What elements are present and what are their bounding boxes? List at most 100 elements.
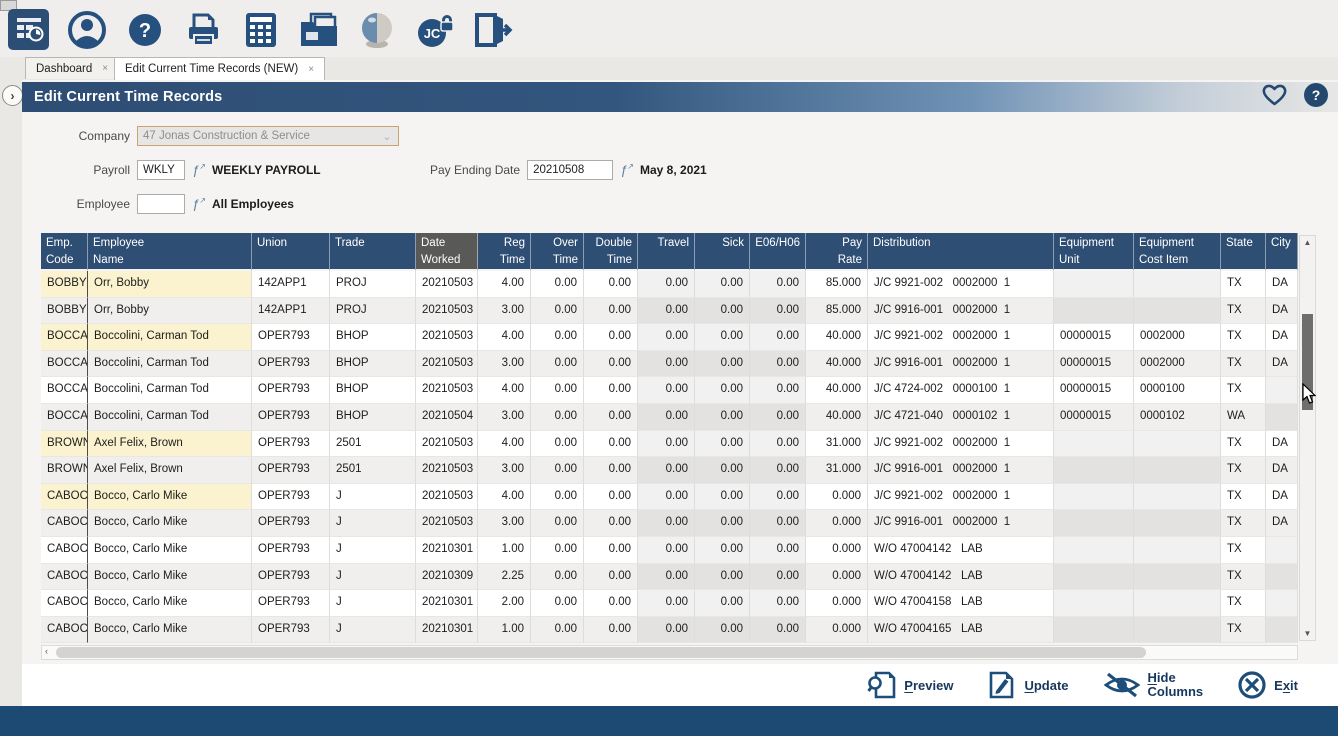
documents-icon[interactable] (298, 9, 339, 50)
grid-cell-over-time[interactable]: 0.00 (531, 537, 584, 564)
grid-cell-pay-rate[interactable]: 0.000 (806, 484, 868, 511)
grid-cell-city[interactable]: DA (1266, 510, 1298, 537)
column-header-employee-name[interactable]: Employee Name (88, 233, 252, 271)
grid-cell-equipment-cost-item[interactable]: 0000100 (1134, 377, 1221, 404)
grid-cell-sick[interactable]: 0.00 (695, 351, 750, 378)
grid-cell-reg-time[interactable]: 4.00 (478, 431, 531, 458)
grid-cell-distribution[interactable]: J/C 4721-040 0000102 1 (868, 404, 1054, 431)
scroll-left-icon[interactable]: ‹ (45, 646, 48, 656)
table-row[interactable]: CABOCBocco, Carlo MikeOPER793J202103092.… (41, 564, 1298, 591)
grid-cell-employee-name[interactable]: Boccolini, Carman Tod (88, 377, 252, 404)
grid-cell-employee-name[interactable]: Bocco, Carlo Mike (88, 484, 252, 511)
grid-cell-sick[interactable]: 0.00 (695, 590, 750, 617)
grid-cell-pay-rate[interactable]: 0.000 (806, 564, 868, 591)
grid-cell-city[interactable]: DA (1266, 271, 1298, 298)
grid-cell-pay-rate[interactable]: 40.000 (806, 377, 868, 404)
grid-cell-equipment-cost-item[interactable] (1134, 617, 1221, 644)
grid-cell-emp-code[interactable]: CABOC (41, 510, 88, 537)
grid-cell-equipment-unit[interactable] (1054, 537, 1134, 564)
column-header-city[interactable]: City (1266, 233, 1298, 271)
grid-cell-e06-h06[interactable]: 0.00 (750, 404, 806, 431)
grid-cell-sick[interactable]: 0.00 (695, 510, 750, 537)
grid-cell-date-worked[interactable]: 20210503 (416, 351, 478, 378)
grid-cell-equipment-unit[interactable] (1054, 484, 1134, 511)
grid-cell-reg-time[interactable]: 3.00 (478, 510, 531, 537)
grid-cell-reg-time[interactable]: 2.00 (478, 590, 531, 617)
grid-cell-date-worked[interactable]: 20210503 (416, 457, 478, 484)
grid-cell-sick[interactable]: 0.00 (695, 617, 750, 644)
table-row[interactable]: BROWNAxel Felix, BrownOPER79325012021050… (41, 457, 1298, 484)
scroll-down-icon[interactable]: ▼ (1300, 629, 1315, 638)
grid-cell-equipment-cost-item[interactable]: 0002000 (1134, 351, 1221, 378)
grid-cell-equipment-cost-item[interactable] (1134, 431, 1221, 458)
grid-cell-e06-h06[interactable]: 0.00 (750, 351, 806, 378)
grid-cell-over-time[interactable]: 0.00 (531, 510, 584, 537)
update-button[interactable]: Update (987, 670, 1068, 700)
grid-cell-equipment-cost-item[interactable]: 0002000 (1134, 324, 1221, 351)
column-header-over-time[interactable]: Over Time (531, 233, 584, 271)
grid-cell-double-time[interactable]: 0.00 (584, 351, 638, 378)
grid-cell-trade[interactable]: PROJ (330, 271, 416, 298)
grid-cell-travel[interactable]: 0.00 (638, 537, 695, 564)
grid-cell-union[interactable]: OPER793 (252, 351, 330, 378)
grid-cell-date-worked[interactable]: 20210301 (416, 617, 478, 644)
favorite-heart-icon[interactable] (1261, 83, 1288, 107)
column-header-distribution[interactable]: Distribution (868, 233, 1054, 271)
grid-cell-state[interactable]: TX (1221, 324, 1266, 351)
grid-cell-city[interactable]: DA (1266, 484, 1298, 511)
grid-cell-equipment-unit[interactable] (1054, 298, 1134, 325)
grid-cell-emp-code[interactable]: BOBBY (41, 298, 88, 325)
grid-cell-double-time[interactable]: 0.00 (584, 457, 638, 484)
grid-cell-date-worked[interactable]: 20210503 (416, 431, 478, 458)
grid-cell-union[interactable]: 142APP1 (252, 271, 330, 298)
grid-cell-equipment-unit[interactable] (1054, 457, 1134, 484)
horizontal-scrollbar[interactable]: ‹ (41, 645, 1298, 660)
grid-cell-over-time[interactable]: 0.00 (531, 484, 584, 511)
grid-cell-sick[interactable]: 0.00 (695, 377, 750, 404)
grid-cell-pay-rate[interactable]: 31.000 (806, 431, 868, 458)
column-header-reg-time[interactable]: Reg Time (478, 233, 531, 271)
grid-cell-trade[interactable]: J (330, 564, 416, 591)
grid-cell-equipment-cost-item[interactable] (1134, 271, 1221, 298)
grid-cell-pay-rate[interactable]: 0.000 (806, 617, 868, 644)
grid-cell-reg-time[interactable]: 4.00 (478, 484, 531, 511)
grid-cell-equipment-cost-item[interactable] (1134, 564, 1221, 591)
logout-icon[interactable] (472, 9, 513, 50)
help-icon[interactable]: ? (124, 9, 165, 50)
grid-cell-e06-h06[interactable]: 0.00 (750, 324, 806, 351)
grid-cell-emp-code[interactable]: BOCCA (41, 324, 88, 351)
grid-cell-distribution[interactable]: J/C 9916-001 0002000 1 (868, 510, 1054, 537)
grid-cell-equipment-unit[interactable] (1054, 431, 1134, 458)
grid-cell-e06-h06[interactable]: 0.00 (750, 617, 806, 644)
grid-cell-over-time[interactable]: 0.00 (531, 564, 584, 591)
grid-cell-e06-h06[interactable]: 0.00 (750, 510, 806, 537)
grid-cell-date-worked[interactable]: 20210503 (416, 377, 478, 404)
grid-cell-distribution[interactable]: W/O 47004142 LAB (868, 537, 1054, 564)
grid-cell-sick[interactable]: 0.00 (695, 404, 750, 431)
grid-cell-employee-name[interactable]: Axel Felix, Brown (88, 431, 252, 458)
table-row[interactable]: BOCCABoccolini, Carman TodOPER793BHOP202… (41, 404, 1298, 431)
table-row[interactable]: CABOCBocco, Carlo MikeOPER793J202105033.… (41, 510, 1298, 537)
grid-cell-state[interactable]: TX (1221, 351, 1266, 378)
grid-cell-equipment-unit[interactable]: 00000015 (1054, 404, 1134, 431)
grid-cell-distribution[interactable]: J/C 4724-002 0000100 1 (868, 377, 1054, 404)
grid-cell-over-time[interactable]: 0.00 (531, 617, 584, 644)
grid-cell-distribution[interactable]: J/C 9921-002 0002000 1 (868, 271, 1054, 298)
grid-cell-union[interactable]: OPER793 (252, 564, 330, 591)
grid-cell-trade[interactable]: J (330, 617, 416, 644)
grid-cell-trade[interactable]: BHOP (330, 404, 416, 431)
grid-cell-double-time[interactable]: 0.00 (584, 324, 638, 351)
grid-cell-date-worked[interactable]: 20210503 (416, 510, 478, 537)
table-row[interactable]: BOCCABoccolini, Carman TodOPER793BHOP202… (41, 351, 1298, 378)
grid-cell-union[interactable]: OPER793 (252, 324, 330, 351)
grid-cell-distribution[interactable]: J/C 9921-002 0002000 1 (868, 431, 1054, 458)
grid-cell-equipment-unit[interactable] (1054, 564, 1134, 591)
print-icon[interactable] (182, 9, 223, 50)
grid-cell-equipment-unit[interactable]: 00000015 (1054, 324, 1134, 351)
grid-cell-employee-name[interactable]: Axel Felix, Brown (88, 457, 252, 484)
table-row[interactable]: CABOCBocco, Carlo MikeOPER793J202105034.… (41, 484, 1298, 511)
column-header-e06-h06[interactable]: E06/H06 (750, 233, 806, 271)
tab-dashboard-close-icon[interactable]: × (102, 63, 108, 74)
grid-cell-city[interactable]: DA (1266, 351, 1298, 378)
payroll-lookup-icon[interactable]: ƒ↗ (192, 162, 206, 177)
